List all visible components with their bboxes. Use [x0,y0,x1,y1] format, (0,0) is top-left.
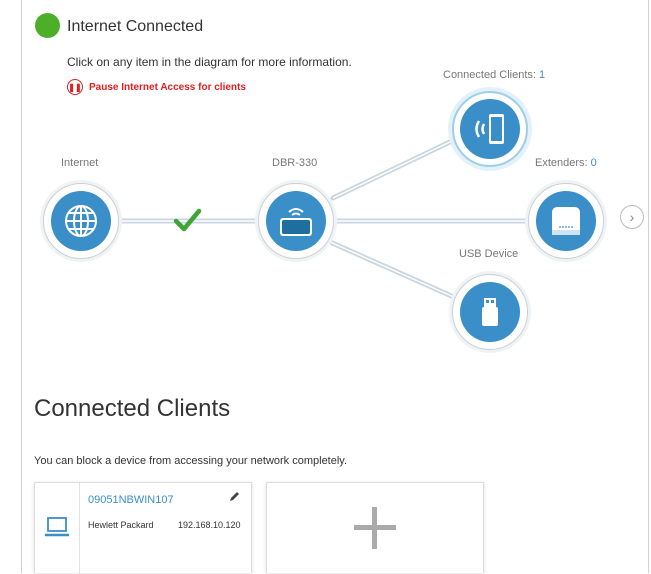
edit-pencil-icon[interactable] [228,490,241,508]
connected-clients-count: 1 [539,69,546,81]
extenders-count: 0 [590,157,597,169]
client-vendor: Hewlett Packard [88,520,154,530]
internet-node[interactable] [43,183,119,259]
laptop-icon [45,516,69,543]
globe-icon [65,205,97,237]
connected-clients-label: Connected Clients: 1 [443,69,546,81]
connected-clients-description: You can block a device from accessing yo… [34,455,348,467]
connected-clients-node[interactable] [452,91,528,167]
client-ip-address: 192.168.10.120 [178,520,241,530]
extender-icon [552,207,580,235]
router-label: DBR-330 [272,157,318,169]
client-card-divider [79,483,80,574]
add-client-button[interactable] [266,482,484,573]
usb-device-label: USB Device [459,248,519,260]
client-card[interactable]: 09051NBWIN107 Hewlett Packard 192.168.10… [34,482,252,574]
chevron-right-icon: › [629,209,635,225]
internet-label: Internet [61,157,99,169]
extenders-node[interactable] [528,183,604,259]
wireless-device-icon [475,114,504,144]
router-icon [280,208,312,236]
usb-device-node[interactable] [452,274,528,350]
next-arrow-button[interactable]: › [620,205,644,229]
plus-icon [354,507,396,549]
extenders-label: Extenders: 0 [535,157,597,169]
client-name-link[interactable]: 09051NBWIN107 [88,494,174,506]
router-node[interactable] [258,183,334,259]
usb-icon [482,298,498,326]
connected-clients-title: Connected Clients [34,395,231,422]
